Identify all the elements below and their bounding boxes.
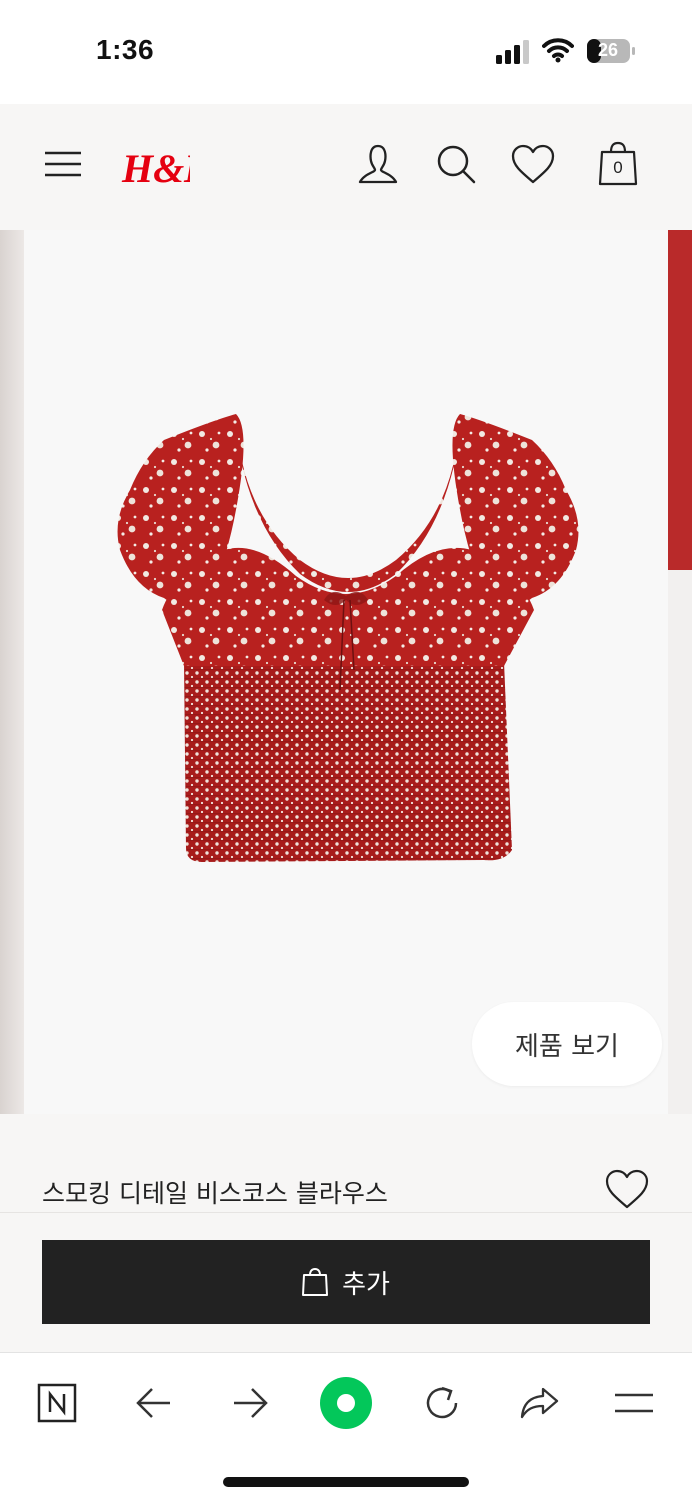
add-to-cart-label: 추가 <box>342 1269 390 1300</box>
home-button[interactable] <box>316 1373 376 1433</box>
site-header: H&M 0 <box>0 104 692 230</box>
next-image-peek[interactable] <box>668 230 692 570</box>
next-image-peek-background <box>668 570 692 1114</box>
favorites-icon <box>511 144 555 184</box>
view-product-button[interactable]: 제품 보기 <box>472 1002 662 1086</box>
product-name[interactable]: 스모킹 디테일 비스코스 블라우스 <box>42 1174 388 1210</box>
share-icon <box>520 1387 559 1419</box>
status-time: 1:36 <box>96 34 155 65</box>
forward-arrow-icon <box>234 1388 268 1418</box>
product-image[interactable] <box>24 230 668 1114</box>
hm-logo[interactable]: H&M <box>120 142 190 192</box>
shopping-bag-icon <box>302 1267 329 1296</box>
battery-level: 26 <box>597 40 619 60</box>
account-button[interactable] <box>354 140 402 188</box>
reload-icon <box>426 1386 458 1419</box>
shopping-bag-button[interactable]: 0 <box>594 140 642 188</box>
product-info: 스모킹 디테일 비스코스 블라우스 <box>0 1114 692 1212</box>
forward-button[interactable] <box>220 1373 280 1433</box>
reload-button[interactable] <box>412 1373 472 1433</box>
back-button[interactable] <box>124 1373 184 1433</box>
share-button[interactable] <box>509 1373 569 1433</box>
previous-image-peek[interactable] <box>0 230 24 1114</box>
naver-button[interactable] <box>27 1373 87 1433</box>
blouse-image <box>117 414 579 862</box>
cellular-signal-icon <box>496 40 529 64</box>
add-to-favorites-button[interactable] <box>604 1168 652 1212</box>
browser-toolbar <box>0 1352 692 1500</box>
product-gallery[interactable]: 제품 보기 <box>0 230 692 1114</box>
home-indicator[interactable] <box>223 1477 469 1487</box>
back-arrow-icon <box>136 1388 170 1418</box>
favorites-button[interactable] <box>509 140 557 188</box>
naver-n-icon <box>37 1383 77 1423</box>
heart-icon <box>605 1169 649 1209</box>
battery-icon: 26 <box>586 38 636 64</box>
menu-button[interactable] <box>39 140 87 188</box>
add-to-cart-bar: 추가 <box>0 1212 692 1352</box>
svg-text:H&M: H&M <box>121 146 190 191</box>
wifi-icon <box>542 38 574 63</box>
add-to-cart-button[interactable]: 추가 <box>42 1240 650 1324</box>
cart-count: 0 <box>613 158 623 177</box>
account-icon <box>358 144 398 184</box>
search-button[interactable] <box>432 140 480 188</box>
status-bar: 1:36 26 <box>0 0 692 104</box>
green-home-icon <box>320 1377 372 1429</box>
browser-menu-button[interactable] <box>604 1373 664 1433</box>
browser-menu-icon <box>615 1393 653 1413</box>
menu-icon <box>45 151 81 177</box>
search-icon <box>437 145 476 184</box>
